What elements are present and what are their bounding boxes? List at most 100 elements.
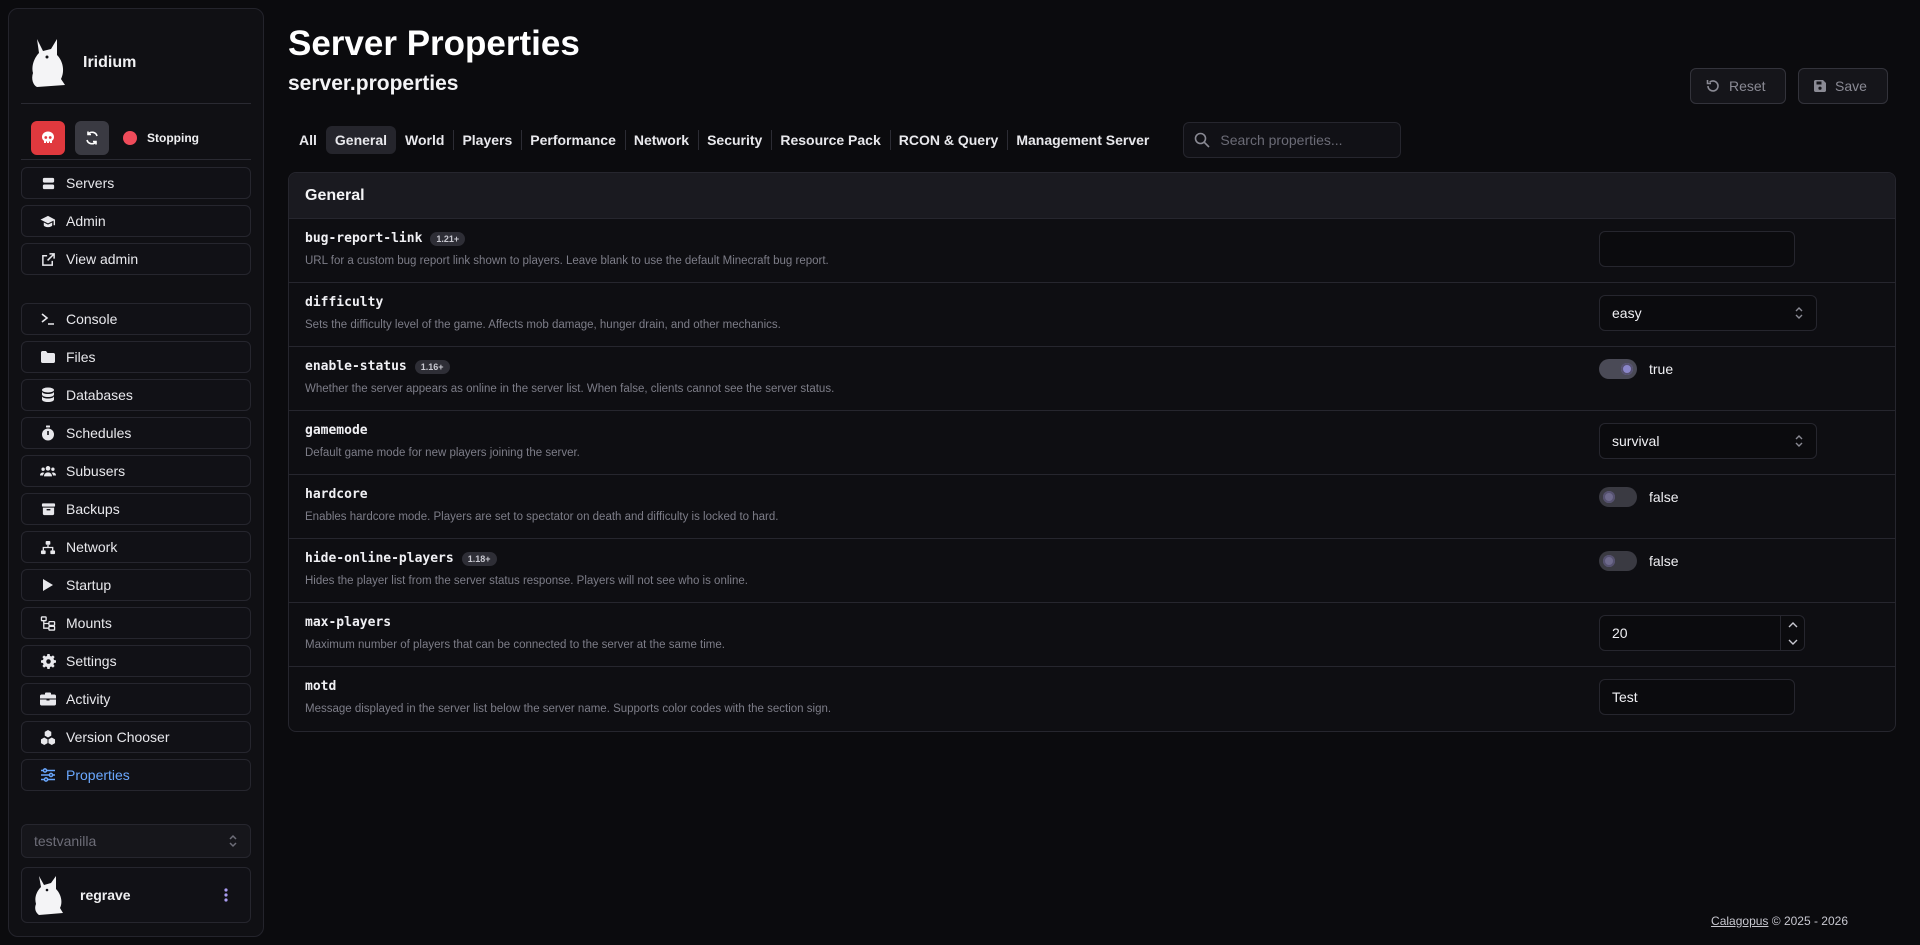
page-title: Server Properties <box>288 24 580 63</box>
reset-button[interactable]: Reset <box>1690 68 1786 104</box>
sidebar-item-view-admin[interactable]: View admin <box>21 243 251 275</box>
sidebar-item-mounts[interactable]: Mounts <box>21 607 251 639</box>
undo-icon <box>1706 80 1719 92</box>
decrement-button[interactable] <box>1781 633 1804 650</box>
sidebar-item-properties[interactable]: Properties <box>21 759 251 791</box>
property-row: enable-status 1.16+ Whether the server a… <box>289 347 1895 411</box>
bug-report-link-input[interactable] <box>1599 231 1795 267</box>
sidebar-item-console[interactable]: Console <box>21 303 251 335</box>
play-icon <box>40 577 56 593</box>
property-row: bug-report-link 1.21+ URL for a custom b… <box>289 219 1895 283</box>
brand[interactable]: Iridium <box>27 33 136 93</box>
hide-online-players-toggle[interactable] <box>1599 551 1637 571</box>
tab-rcon-query[interactable]: RCON & Query <box>889 126 1008 154</box>
tab-security[interactable]: Security <box>698 126 771 154</box>
terminal-icon <box>40 311 56 327</box>
user-profile[interactable]: regrave <box>21 867 251 923</box>
property-description: Enables hardcore mode. Players are set t… <box>305 511 779 523</box>
tab-general[interactable]: General <box>325 126 397 154</box>
sidebar-item-backups[interactable]: Backups <box>21 493 251 525</box>
difficulty-select[interactable]: easy <box>1599 295 1817 331</box>
sidebar-item-label: Files <box>66 349 96 365</box>
tab-management-server[interactable]: Management Server <box>1007 126 1158 154</box>
motd-input[interactable]: Test <box>1599 679 1795 715</box>
gamemode-select[interactable]: survival <box>1599 423 1817 459</box>
tab-players[interactable]: Players <box>453 126 521 154</box>
main-content: Server Properties server.properties Rese… <box>288 0 1896 945</box>
toggle-knob <box>1603 491 1615 503</box>
avatar <box>35 876 63 915</box>
refresh-icon <box>86 131 98 145</box>
sidebar-item-settings[interactable]: Settings <box>21 645 251 677</box>
sliders-icon <box>40 767 56 783</box>
sidebar-item-subusers[interactable]: Subusers <box>21 455 251 487</box>
database-icon <box>40 387 56 403</box>
version-badge: 1.18+ <box>461 551 497 566</box>
reset-label: Reset <box>1729 78 1766 94</box>
sidebar-item-schedules[interactable]: Schedules <box>21 417 251 449</box>
hardcore-toggle[interactable] <box>1599 487 1637 507</box>
sidebar-item-label: Servers <box>66 175 115 191</box>
restart-button[interactable] <box>75 121 109 155</box>
server-select[interactable]: testvanilla <box>21 824 251 858</box>
property-key-group: enable-status 1.16+ <box>305 359 450 374</box>
sidebar-item-label: Databases <box>66 387 133 403</box>
tab-all[interactable]: All <box>290 126 326 154</box>
hide-online-players-toggle-group: false <box>1599 551 1679 571</box>
select-value: survival <box>1612 433 1660 449</box>
property-key-group: hardcore <box>305 487 368 502</box>
tab-world[interactable]: World <box>396 126 453 154</box>
property-key-group: difficulty <box>305 295 383 310</box>
sidebar-item-label: Console <box>66 311 118 327</box>
property-key: bug-report-link <box>305 231 423 246</box>
max-players-input[interactable]: 20 <box>1599 615 1805 651</box>
tab-performance[interactable]: Performance <box>521 126 625 154</box>
sidebar-item-network[interactable]: Network <box>21 531 251 563</box>
properties-panel: General bug-report-link 1.21+ URL for a … <box>288 172 1896 732</box>
property-key-group: gamemode <box>305 423 368 438</box>
search-icon <box>1195 132 1210 148</box>
server-icon <box>40 175 56 191</box>
property-key: max-players <box>305 615 392 630</box>
kill-button[interactable] <box>31 121 65 155</box>
cubes-icon <box>40 729 56 745</box>
sidebar-item-startup[interactable]: Startup <box>21 569 251 601</box>
username: regrave <box>80 887 131 903</box>
toggle-value: false <box>1649 553 1679 569</box>
sidebar-item-files[interactable]: Files <box>21 341 251 373</box>
skull-icon <box>42 131 54 143</box>
briefcase-icon <box>40 691 56 707</box>
archive-icon <box>40 501 56 517</box>
property-key-group: motd <box>305 679 336 694</box>
save-button[interactable]: Save <box>1798 68 1888 104</box>
sidebar-item-label: Schedules <box>66 425 132 441</box>
divider <box>21 159 251 160</box>
sidebar-item-activity[interactable]: Activity <box>21 683 251 715</box>
sidebar-item-version-chooser[interactable]: Version Chooser <box>21 721 251 753</box>
property-row: gamemode Default game mode for new playe… <box>289 411 1895 475</box>
sidebar-item-label: Network <box>66 539 118 555</box>
footer-link[interactable]: Calagopus <box>1711 914 1768 928</box>
sidebar-item-databases[interactable]: Databases <box>21 379 251 411</box>
tab-network[interactable]: Network <box>624 126 698 154</box>
more-vertical-icon <box>224 888 228 902</box>
stopwatch-icon <box>40 425 56 441</box>
user-menu-button[interactable] <box>214 883 238 907</box>
property-key-group: max-players <box>305 615 391 630</box>
network-icon <box>40 539 56 555</box>
sidebar-item-servers[interactable]: Servers <box>21 167 251 199</box>
chevron-updown-icon <box>1795 307 1803 319</box>
gear-icon <box>40 653 56 669</box>
increment-button[interactable] <box>1781 616 1804 633</box>
hardcore-toggle-group: false <box>1599 487 1679 507</box>
enable-status-toggle[interactable] <box>1599 359 1637 379</box>
sidebar-item-admin[interactable]: Admin <box>21 205 251 237</box>
property-key: enable-status <box>305 359 407 374</box>
search-input[interactable]: Search properties... <box>1183 122 1402 158</box>
property-row: hide-online-players 1.18+ Hides the play… <box>289 539 1895 603</box>
power-controls: Stopping <box>31 121 199 155</box>
brand-name: Iridium <box>83 54 137 71</box>
toggle-knob <box>1621 363 1633 375</box>
tab-resource-pack[interactable]: Resource Pack <box>771 126 889 154</box>
sidebar-item-label: Version Chooser <box>66 729 170 745</box>
